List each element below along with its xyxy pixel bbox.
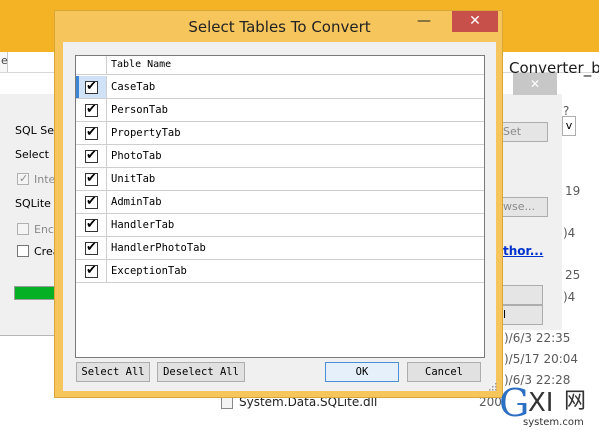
tables-grid[interactable]: Table Name CaseTab PersonTab PropertyTab…: [75, 55, 485, 358]
close-icon: ✕: [529, 77, 541, 91]
create-checkbox[interactable]: [17, 245, 29, 257]
close-icon: ✕: [469, 13, 481, 29]
background-left-tab: e: [0, 52, 8, 72]
table-row[interactable]: HandlerPhotoTab: [76, 237, 484, 260]
table-name-cell[interactable]: HandlerPhotoTab: [111, 242, 206, 254]
size-grip-icon[interactable]: [487, 381, 497, 391]
dialog-client-area: Table Name CaseTab PersonTab PropertyTab…: [63, 42, 497, 391]
table-row[interactable]: PersonTab: [76, 99, 484, 122]
table-row[interactable]: AdminTab: [76, 191, 484, 214]
table-row[interactable]: PhotoTab: [76, 145, 484, 168]
cancel-button[interactable]: Cancel: [407, 362, 481, 382]
row-select-cell[interactable]: [76, 214, 107, 236]
browse-button[interactable]: wse...: [500, 197, 548, 217]
minimize-icon: —: [417, 13, 431, 29]
deselect-all-button[interactable]: Deselect All: [157, 362, 245, 382]
left-tab-label: e: [1, 54, 8, 67]
table-name-cell[interactable]: PhotoTab: [111, 150, 162, 162]
file-item-partial: )4: [563, 290, 576, 304]
grid-header-select-column[interactable]: [76, 56, 107, 75]
table-name-cell[interactable]: PropertyTab: [111, 127, 181, 139]
row-checkbox[interactable]: [85, 125, 98, 140]
select-all-button[interactable]: Select All: [76, 362, 150, 382]
row-select-cell[interactable]: [76, 99, 107, 121]
file-item-partial: 19: [565, 184, 581, 198]
select-tables-dialog: Select Tables To Convert — ✕ Table Name …: [54, 10, 503, 398]
table-row[interactable]: CaseTab: [76, 76, 484, 99]
converter-button-partial[interactable]: l: [500, 305, 543, 325]
watermark-han: 网: [564, 389, 587, 414]
author-link[interactable]: thor...: [503, 244, 543, 258]
row-select-cell[interactable]: [76, 191, 107, 213]
table-name-cell[interactable]: PersonTab: [111, 104, 168, 116]
table-row[interactable]: UnitTab: [76, 168, 484, 191]
row-checkbox[interactable]: [85, 171, 98, 186]
row-select-cell[interactable]: [76, 237, 107, 259]
row-checkbox[interactable]: [85, 102, 98, 117]
table-name-column-header[interactable]: Table Name: [111, 59, 171, 70]
set-button[interactable]: Set: [500, 122, 548, 142]
table-row[interactable]: PropertyTab: [76, 122, 484, 145]
grid-header-row: Table Name: [76, 56, 484, 75]
dropdown-partial-button[interactable]: v: [562, 116, 576, 136]
integrated-security-checkbox[interactable]: [17, 172, 29, 185]
table-name-cell[interactable]: HandlerTab: [111, 219, 174, 231]
table-name-cell[interactable]: CaseTab: [111, 81, 155, 93]
file-item-partial: 25: [565, 268, 581, 282]
site-watermark-logo: G XI 网 system.com: [499, 384, 599, 430]
row-select-cell[interactable]: [76, 145, 107, 167]
row-checkbox[interactable]: [85, 217, 98, 232]
ok-button[interactable]: OK: [325, 362, 399, 382]
select-label: Select: [15, 148, 49, 161]
encrypt-checkbox[interactable]: [17, 223, 29, 235]
minimize-button[interactable]: —: [411, 11, 437, 31]
converter-close-button[interactable]: ✕: [513, 73, 557, 95]
row-select-cell[interactable]: [76, 122, 107, 144]
row-checkbox[interactable]: [85, 194, 98, 209]
row-checkbox[interactable]: [85, 240, 98, 255]
row-checkbox[interactable]: [85, 79, 98, 94]
table-name-cell[interactable]: AdminTab: [111, 196, 162, 208]
file-item-partial: )4: [563, 226, 576, 240]
table-name-cell[interactable]: ExceptionTab: [111, 265, 187, 277]
converter-button-partial[interactable]: [500, 285, 543, 305]
file-item-date[interactable]: )/6/3 22:35: [504, 331, 570, 345]
file-item-date[interactable]: )/5/17 20:04: [504, 352, 578, 366]
integrated-security-label: Inte: [34, 173, 56, 186]
dialog-close-button[interactable]: ✕: [452, 11, 498, 32]
sqlite-label: SQLite: [15, 197, 51, 210]
conversion-progress-bar: [14, 286, 56, 300]
watermark-xi: XI: [528, 388, 554, 418]
row-select-cell[interactable]: [76, 76, 107, 98]
sql-server-label: SQL Ser: [15, 124, 59, 137]
row-select-cell[interactable]: [76, 168, 107, 190]
row-checkbox[interactable]: [85, 148, 98, 163]
watermark-url: system.com: [523, 417, 584, 428]
table-row[interactable]: HandlerTab: [76, 214, 484, 237]
row-select-cell[interactable]: [76, 260, 107, 282]
row-checkbox[interactable]: [85, 263, 98, 278]
table-name-cell[interactable]: UnitTab: [111, 173, 155, 185]
table-row[interactable]: ExceptionTab: [76, 260, 484, 283]
